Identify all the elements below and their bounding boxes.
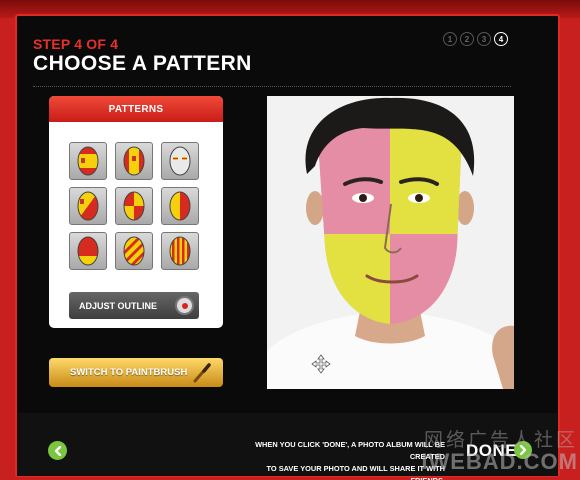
pattern-option-spain-flag[interactable]: [69, 142, 107, 180]
step-2-dot[interactable]: 2: [460, 32, 474, 46]
step-1-dot[interactable]: 1: [443, 32, 457, 46]
adjust-outline-label: ADJUST OUTLINE: [79, 300, 158, 311]
step-3-dot[interactable]: 3: [477, 32, 491, 46]
pattern-option-diagonal-split[interactable]: [69, 187, 107, 225]
step-indicator: STEP 4 OF 4: [33, 36, 119, 52]
title-divider: [33, 86, 511, 87]
adjust-outline-knob-icon: [175, 296, 194, 315]
face-photo-canvas[interactable]: [267, 96, 514, 389]
switch-to-paintbrush-button[interactable]: SWITCH TO PAINTBRUSH: [49, 358, 223, 387]
pattern-grid: [69, 142, 199, 270]
pattern-option-diagonal-stripes[interactable]: [115, 232, 153, 270]
page-title: CHOOSE A PATTERN: [33, 52, 252, 75]
pattern-option-thin-stripes[interactable]: [161, 232, 199, 270]
pattern-option-quartered[interactable]: [115, 187, 153, 225]
site-watermark: 网络广告人社区 IWEBAD.COM: [348, 425, 580, 480]
thin-stripes-pattern-icon: [169, 236, 191, 266]
watermark-chinese-text: 网络广告人社区: [423, 430, 578, 451]
diagonal-split-pattern-icon: [77, 191, 99, 221]
move-cursor-icon: [311, 354, 331, 374]
paintbrush-icon: [193, 363, 211, 383]
spain-flag-pattern-icon: [77, 146, 99, 176]
face-photo-image: [267, 96, 514, 389]
vertical-halves-pattern-icon: [169, 191, 191, 221]
watermark-domain-text: IWEBAD.COM: [421, 449, 578, 474]
step-progress: 1 2 3 4: [443, 32, 508, 46]
back-button[interactable]: [48, 441, 67, 460]
pattern-option-vertical-halves[interactable]: [161, 187, 199, 225]
pattern-option-horizontal-halves[interactable]: [69, 232, 107, 270]
pattern-option-eyes[interactable]: [161, 142, 199, 180]
step-4-dot[interactable]: 4: [494, 32, 508, 46]
patterns-panel: PATTERNS ADJUST OUTLINE: [49, 96, 223, 328]
vertical-stripes-pattern-icon: [123, 146, 145, 176]
horizontal-halves-pattern-icon: [77, 236, 99, 266]
quartered-pattern-icon: [123, 191, 145, 221]
pattern-option-vertical-stripes[interactable]: [115, 142, 153, 180]
adjust-outline-button[interactable]: ADJUST OUTLINE: [69, 292, 199, 319]
chevron-left-icon: [54, 445, 61, 456]
eyes-pattern-icon: [169, 146, 191, 176]
diagonal-stripes-pattern-icon: [123, 236, 145, 266]
patterns-panel-title: PATTERNS: [49, 96, 223, 122]
switch-to-paintbrush-label: SWITCH TO PAINTBRUSH: [70, 367, 188, 378]
